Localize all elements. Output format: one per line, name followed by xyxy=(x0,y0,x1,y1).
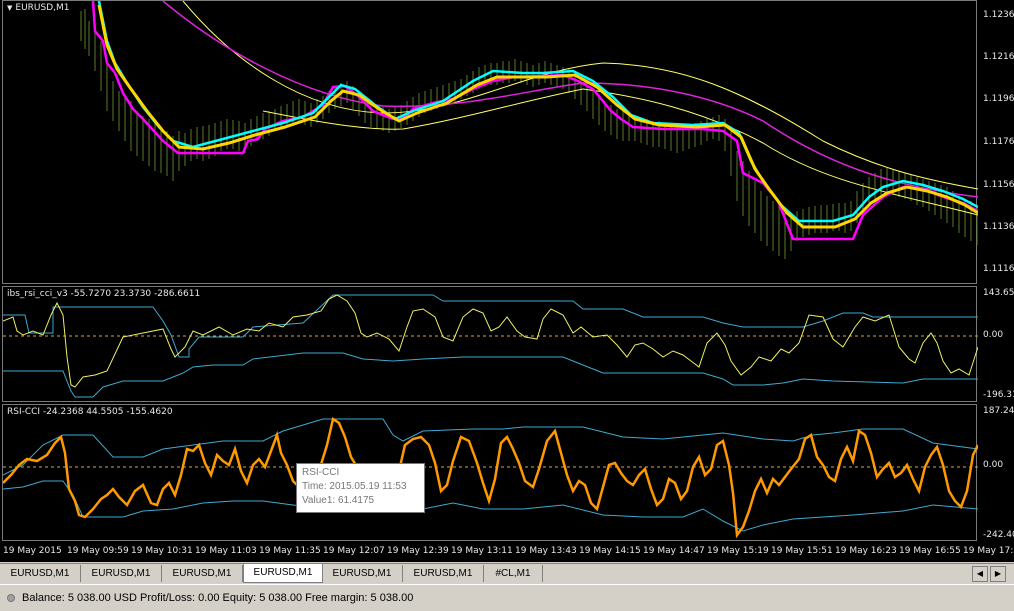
chart-tab[interactable]: #CL,M1 xyxy=(484,565,543,582)
ibs-lower-band xyxy=(3,352,978,398)
ind2-axis-label: -242.40 xyxy=(983,530,1014,540)
time-axis-label: 19 May 14:15 xyxy=(579,546,641,556)
chart-tab[interactable]: EURUSD,M1 xyxy=(322,565,403,582)
ibs-rsi-cci-pane[interactable]: ibs_rsi_cci_v3 -55.7270 23.3730 -286.661… xyxy=(2,286,978,402)
ibs-rsi-cci-svg xyxy=(3,294,978,398)
rsi-cci-lower-band xyxy=(3,480,978,532)
price-axis-label: 1.1156 xyxy=(983,180,1014,190)
tooltip-title: RSI-CCI xyxy=(302,467,340,478)
ma-cyan-line xyxy=(97,1,978,223)
chart-tab[interactable]: EURUSD,M1 xyxy=(0,565,81,582)
ind2-axis-label: 0.00 xyxy=(983,460,1004,470)
ind1-axis-label: 0.00 xyxy=(983,330,1004,340)
rsi-cci-pane[interactable]: RSI-CCI -24.2368 44.5505 -155.4620 xyxy=(2,404,978,541)
time-axis-label: 19 May 13:43 xyxy=(515,546,577,556)
chart-tabs-bar: EURUSD,M1 EURUSD,M1 EURUSD,M1 EURUSD,M1 … xyxy=(0,563,1014,584)
time-axis-label: 19 May 11:03 xyxy=(195,546,257,556)
price-axis-label: 1.1196 xyxy=(983,94,1014,104)
chart-tab[interactable]: EURUSD,M1 xyxy=(81,565,162,582)
account-status-bar: Balance: 5 038.00 USD Profit/Loss: 0.00 … xyxy=(0,584,1014,611)
time-axis-label: 19 May 15:19 xyxy=(707,546,769,556)
chart-area[interactable]: ▼ EURUSD,M1 ibs_rsi_cci_v3 -55.7270 23.37… xyxy=(0,0,1014,562)
chart-tab-active[interactable]: EURUSD,M1 xyxy=(243,564,323,583)
time-axis-label: 19 May 12:39 xyxy=(387,546,449,556)
tooltip-time: Time: 2015.05.19 11:53 xyxy=(302,481,407,492)
time-axis-label: 19 May 15:51 xyxy=(771,546,833,556)
status-dot-icon xyxy=(7,594,15,602)
main-pane-label: ▼ EURUSD,M1 xyxy=(7,3,70,13)
time-axis-label: 19 May 10:31 xyxy=(131,546,193,556)
collapse-triangle-icon[interactable]: ▼ xyxy=(7,4,12,12)
tab-scroll-left-icon[interactable]: ◀ xyxy=(972,566,988,582)
chart-tab[interactable]: EURUSD,M1 xyxy=(403,565,484,582)
ind1-axis-label: -196.31 xyxy=(983,390,1014,400)
price-bars xyxy=(80,9,978,259)
price-axis-label: 1.1236 xyxy=(983,10,1014,20)
time-axis: 19 May 2015 19 May 09:59 19 May 10:31 19… xyxy=(0,541,1014,562)
price-axis-label: 1.1116 xyxy=(983,264,1014,274)
data-tooltip: RSI-CCI Time: 2015.05.19 11:53 Value1: 6… xyxy=(296,463,425,513)
time-axis-label: 19 May 17:2 xyxy=(963,546,1014,556)
time-axis-label: 19 May 09:59 xyxy=(67,546,129,556)
account-summary-text: Balance: 5 038.00 USD Profit/Loss: 0.00 … xyxy=(22,592,414,604)
time-axis-label: 19 May 2015 xyxy=(3,546,62,556)
ibs-pane-label: ibs_rsi_cci_v3 -55.7270 23.3730 -286.661… xyxy=(7,289,201,299)
tooltip-value: Value1: 61.4175 xyxy=(302,495,375,506)
ind2-axis-label: 187.24 xyxy=(983,406,1014,416)
time-axis-label: 19 May 16:55 xyxy=(899,546,961,556)
price-chart-svg xyxy=(80,1,978,259)
rsi-cci-pane-label: RSI-CCI -24.2368 44.5505 -155.4620 xyxy=(7,407,173,417)
ma-magenta-slow-line xyxy=(162,1,978,198)
rsi-cci-signal-line xyxy=(3,416,978,539)
time-axis-label: 19 May 16:23 xyxy=(835,546,897,556)
time-axis-label: 19 May 12:07 xyxy=(323,546,385,556)
price-axis-label: 1.1176 xyxy=(983,137,1014,147)
price-axis-label: 1.1216 xyxy=(983,52,1014,62)
chart-tab[interactable]: EURUSD,M1 xyxy=(162,565,243,582)
price-axis-label: 1.1136 xyxy=(983,222,1014,232)
ibs-upper-band xyxy=(3,294,978,358)
ma-yellow-line xyxy=(97,4,978,229)
ind1-axis-label: 143.65 xyxy=(983,288,1014,298)
time-axis-label: 19 May 11:35 xyxy=(259,546,321,556)
tab-scroll-right-icon[interactable]: ▶ xyxy=(990,566,1006,582)
main-pane-symbol: EURUSD,M1 xyxy=(15,3,70,13)
time-axis-label: 19 May 13:11 xyxy=(451,546,513,556)
main-price-pane[interactable]: ▼ EURUSD,M1 xyxy=(2,0,978,284)
time-axis-label: 19 May 14:47 xyxy=(643,546,705,556)
ibs-signal-line xyxy=(3,294,978,388)
rsi-cci-svg xyxy=(3,416,978,539)
